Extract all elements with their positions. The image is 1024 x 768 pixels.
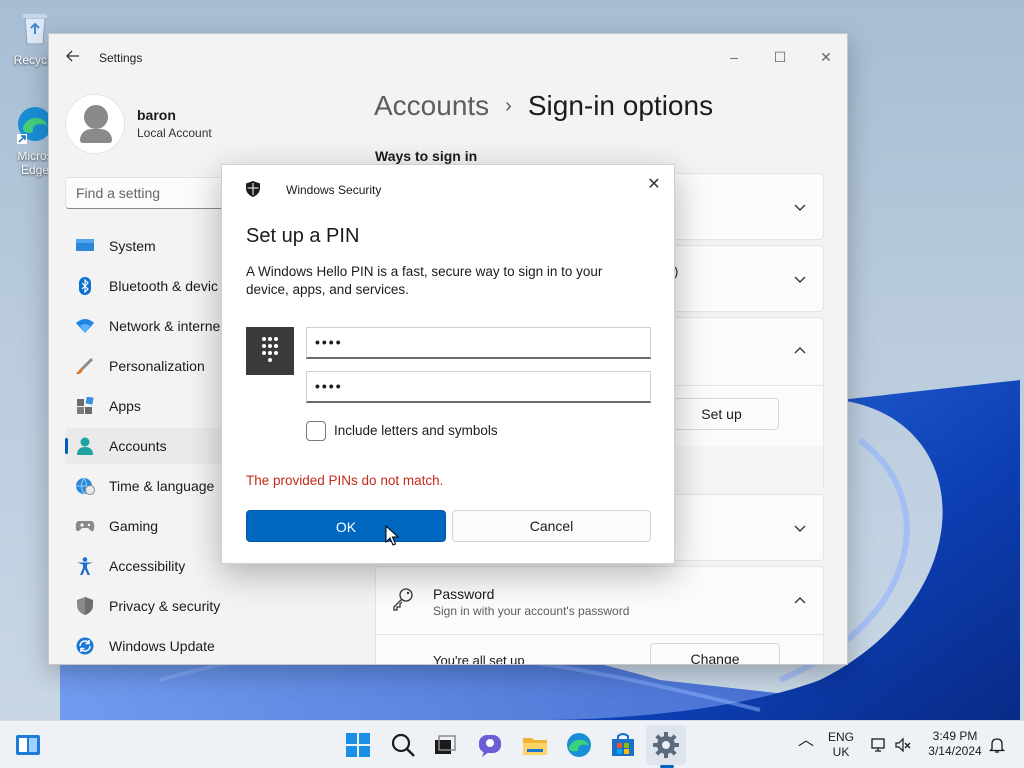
page-title: Sign-in options (527, 90, 714, 121)
dialog-heading: Set up a PIN (246, 225, 360, 247)
settings-gear-icon[interactable] (652, 731, 680, 759)
back-button[interactable] (61, 48, 85, 70)
file-explorer-icon[interactable] (521, 731, 549, 759)
chevron-down-icon (793, 272, 807, 286)
include-letters-label[interactable]: Include letters and symbols (334, 423, 498, 438)
avatar (65, 94, 125, 154)
region-code: UK (832, 745, 850, 759)
sidebar-item-label: Personalization (109, 358, 205, 374)
sidebar-item-label: Windows Update (109, 638, 215, 654)
maximize-icon: ☐ (773, 49, 787, 65)
bluetooth-icon (79, 277, 91, 295)
sidebar-item-label: Accessibility (109, 558, 186, 574)
dialog-close-button[interactable]: ✕ (642, 173, 666, 197)
sidebar-item-privacy[interactable]: Privacy & security (65, 588, 365, 624)
sidebar-item-label: Bluetooth & devic (109, 278, 218, 294)
breadcrumb-separator: › (505, 95, 512, 117)
user-account-type: Local Account (137, 126, 212, 140)
close-button[interactable]: ✕ (803, 42, 847, 72)
avatar-body-shape (80, 129, 112, 143)
dialog-app-name: Windows Security (286, 183, 382, 197)
globe-clock-icon (76, 477, 95, 495)
sidebar-item-label: System (109, 238, 156, 254)
show-hidden-icons-chevron[interactable]: ︿ (798, 733, 814, 749)
clock-date: 3/14/2024 (928, 744, 982, 758)
breadcrumb: Accounts › Sign-in options (374, 90, 713, 122)
monitor-icon (76, 239, 94, 251)
include-letters-checkbox[interactable] (306, 421, 326, 441)
person-icon (77, 437, 93, 455)
chat-icon[interactable] (476, 731, 504, 759)
task-view-icon[interactable] (431, 731, 459, 759)
start-windows-icon[interactable] (344, 731, 372, 759)
minimize-button[interactable]: – (711, 42, 757, 72)
chevron-down-icon (793, 521, 807, 535)
volume-muted-icon[interactable] (894, 736, 912, 754)
network-icon[interactable] (870, 736, 888, 754)
change-password-button[interactable]: Change (650, 643, 780, 664)
language-code: ENG (827, 730, 854, 744)
windows-security-shield-icon (246, 181, 260, 197)
close-icon: ✕ (820, 49, 832, 65)
sidebar-item-windows-update[interactable]: Windows Update (65, 628, 365, 664)
ok-button[interactable]: OK (246, 510, 446, 542)
close-icon: ✕ (647, 176, 661, 193)
apps-icon (77, 397, 94, 414)
window-title: Settings (99, 51, 143, 65)
clock-time: 3:49 PM (932, 729, 978, 743)
section-title: Ways to sign in (375, 148, 478, 164)
wifi-icon (76, 319, 94, 333)
key-icon (393, 588, 413, 611)
shield-icon (77, 597, 93, 615)
confirm-pin-field[interactable]: •••• (306, 371, 651, 403)
notification-bell-icon[interactable] (988, 736, 1006, 754)
user-name: baron (137, 107, 176, 123)
sidebar-item-label: Network & interne (109, 318, 221, 334)
keypad-icon (246, 327, 294, 375)
sidebar-item-label: Time & language (109, 478, 215, 494)
gamepad-icon (75, 521, 95, 532)
store-icon[interactable] (609, 731, 637, 759)
edge-browser-icon[interactable] (565, 731, 593, 759)
update-icon (76, 637, 94, 655)
language-indicator[interactable]: ENG UK (826, 730, 856, 760)
password-subtitle: Sign in with your account's password (433, 604, 630, 618)
card-divider (376, 634, 823, 635)
widgets-icon[interactable] (14, 731, 42, 759)
sidebar-item-label: Apps (109, 398, 141, 414)
chevron-up-icon (793, 594, 807, 608)
minimize-icon: – (730, 49, 738, 65)
brush-icon (76, 358, 93, 375)
clock[interactable]: 3:49 PM 3/14/2024 (922, 729, 988, 759)
setup-button[interactable]: Set up (664, 398, 779, 430)
arrow-left-icon (66, 50, 79, 62)
avatar-head-shape (84, 105, 108, 129)
sidebar-item-label: Gaming (109, 518, 159, 534)
sidebar-item-label: Accounts (109, 438, 167, 454)
cancel-button[interactable]: Cancel (452, 510, 651, 542)
taskbar: ︿ ENG UK 3:49 PM 3/14/2024 (0, 720, 1024, 768)
chevron-down-icon (793, 200, 807, 214)
new-pin-field[interactable]: •••• (306, 327, 651, 359)
sidebar-item-label: Privacy & security (109, 598, 221, 614)
search-icon[interactable] (389, 731, 417, 759)
password-status: You're all set up (433, 653, 525, 665)
password-title: Password (433, 586, 495, 602)
pin-mismatch-error: The provided PINs do not match. (246, 473, 444, 488)
accessibility-icon (77, 557, 93, 575)
title-bar: Settings – ☐ ✕ (49, 34, 847, 82)
dialog-description: A Windows Hello PIN is a fast, secure wa… (246, 264, 603, 297)
sign-in-card-password[interactable]: Password Sign in with your account's pas… (375, 566, 824, 665)
chevron-up-icon (793, 344, 807, 358)
maximize-button[interactable]: ☐ (757, 42, 803, 72)
mouse-cursor-icon (385, 525, 399, 546)
breadcrumb-parent[interactable]: Accounts (374, 90, 489, 121)
windows-security-dialog: Windows Security ✕ Set up a PIN A Window… (221, 164, 675, 564)
